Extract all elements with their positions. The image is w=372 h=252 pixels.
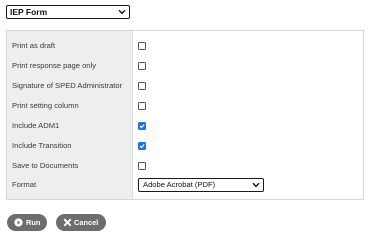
setting-label: Include ADM1: [12, 121, 60, 130]
setting-row-save-to-documents: Save to Documents: [7, 156, 363, 176]
setting-label: Print response page only: [12, 61, 97, 70]
setting-label: Print setting column: [12, 101, 79, 110]
chevron-down-icon: [252, 182, 260, 188]
include-transition-checkbox[interactable]: [138, 142, 146, 150]
setting-row-include-transition: Include Transition: [7, 136, 363, 156]
run-button-label: Run: [26, 218, 41, 227]
setting-row-include-adm1: Include ADM1: [7, 116, 363, 136]
checkmark-icon: [139, 124, 145, 129]
format-select[interactable]: Adobe Acrobat (PDF): [138, 178, 264, 192]
setting-row-print-response-page-only: Print response page only: [7, 56, 363, 76]
print-as-draft-checkbox[interactable]: [138, 42, 146, 50]
print-response-page-only-checkbox[interactable]: [138, 62, 146, 70]
report-options-page: IEP Form Print as draft Print response p…: [0, 0, 372, 252]
include-adm1-checkbox[interactable]: [138, 122, 146, 130]
setting-label: Signature of SPED Administrator: [12, 81, 123, 90]
setting-label: Print as draft: [12, 41, 56, 50]
chevron-down-icon: [118, 9, 126, 15]
save-to-documents-checkbox[interactable]: [138, 162, 146, 170]
cancel-button[interactable]: Cancel: [56, 214, 106, 231]
run-button[interactable]: Run: [7, 214, 47, 231]
setting-row-format: Format Adobe Acrobat (PDF): [7, 175, 363, 195]
signature-sped-admin-checkbox[interactable]: [138, 82, 146, 90]
settings-table: Print as draft Print response page only …: [6, 30, 364, 200]
format-label: Format: [12, 180, 37, 189]
setting-row-print-setting-column: Print setting column: [7, 96, 363, 116]
setting-row-signature-sped-admin: Signature of SPED Administrator: [7, 76, 363, 96]
close-icon: [63, 218, 72, 227]
print-setting-column-checkbox[interactable]: [138, 102, 146, 110]
setting-label: Include Transition: [12, 141, 72, 150]
setting-row-print-as-draft: Print as draft: [7, 36, 363, 56]
setting-label: Save to Documents: [12, 161, 79, 170]
format-select-value: Adobe Acrobat (PDF): [143, 180, 216, 189]
form-type-select-value: IEP Form: [10, 7, 48, 17]
play-circle-icon: [14, 218, 23, 227]
form-type-select[interactable]: IEP Form: [6, 5, 130, 19]
checkmark-icon: [139, 144, 145, 149]
cancel-button-label: Cancel: [74, 218, 99, 227]
